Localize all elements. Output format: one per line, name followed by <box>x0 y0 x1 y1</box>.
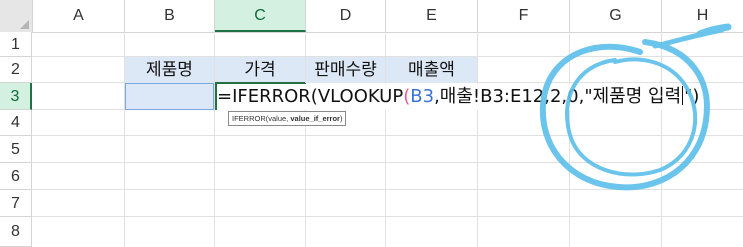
annotation-stroke-inner <box>565 57 698 177</box>
gridline <box>32 135 743 136</box>
spreadsheet-grid[interactable]: A B C D E F G H 1 2 3 4 5 6 7 8 제품명 가격 판… <box>0 0 743 247</box>
gridline <box>32 162 743 163</box>
tooltip-function-signature: IFERROR(value, <box>232 114 291 123</box>
gridline <box>661 32 662 247</box>
row-header-7[interactable]: 7 <box>0 190 32 217</box>
table-header-price[interactable]: 가격 <box>215 57 305 83</box>
column-header-b[interactable]: B <box>125 0 215 32</box>
column-header-g[interactable]: G <box>570 0 662 32</box>
formula-in-cell-c3[interactable]: =IFERROR(VLOOKUP(B3,매출!B3:E12,2,0,"제품명 입… <box>217 84 704 110</box>
hand-drawn-circle-annotation <box>539 23 732 191</box>
column-header-a[interactable]: A <box>33 0 125 32</box>
row-header-2[interactable]: 2 <box>0 57 32 83</box>
table-header-quantity[interactable]: 판매수량 <box>306 57 385 83</box>
row-header-3[interactable]: 3 <box>0 83 32 110</box>
function-argument-tooltip[interactable]: IFERROR(value, value_if_error) <box>228 111 347 126</box>
table-header-sales[interactable]: 매출액 <box>386 57 477 83</box>
row-header-4[interactable]: 4 <box>0 110 32 136</box>
formula-cell-reference: B3 <box>410 86 435 107</box>
formula-arguments: ,매출!B3:E12,2,0 <box>434 86 579 107</box>
column-header-f[interactable]: F <box>478 0 570 32</box>
gridline <box>32 216 743 217</box>
column-header-h[interactable]: H <box>662 0 743 32</box>
text-cursor <box>682 86 684 105</box>
tooltip-current-argument: value_if_error <box>290 114 340 123</box>
cell-b3-referenced[interactable] <box>125 83 214 110</box>
formula-error-value: ,"제품명 입력 <box>578 86 682 107</box>
column-header-c[interactable]: C <box>215 0 306 32</box>
select-all-button[interactable] <box>0 0 33 32</box>
select-all-triangle-icon <box>20 20 29 29</box>
column-header-e[interactable]: E <box>386 0 478 32</box>
row-header-8[interactable]: 8 <box>0 217 32 247</box>
formula-function-text: =IFERROR(VLOOKUP <box>217 86 404 107</box>
tooltip-close: ) <box>339 114 343 123</box>
formula-closing: ") <box>684 86 700 107</box>
table-header-product-name[interactable]: 제품명 <box>125 57 214 83</box>
gridline <box>569 32 570 247</box>
row-header-5[interactable]: 5 <box>0 136 32 163</box>
column-header-d[interactable]: D <box>306 0 386 32</box>
gridline <box>32 189 743 190</box>
gridline <box>477 32 478 247</box>
row-header-6[interactable]: 6 <box>0 163 32 190</box>
row-header-1[interactable]: 1 <box>0 32 32 57</box>
annotation-stroke-outer <box>539 39 710 191</box>
